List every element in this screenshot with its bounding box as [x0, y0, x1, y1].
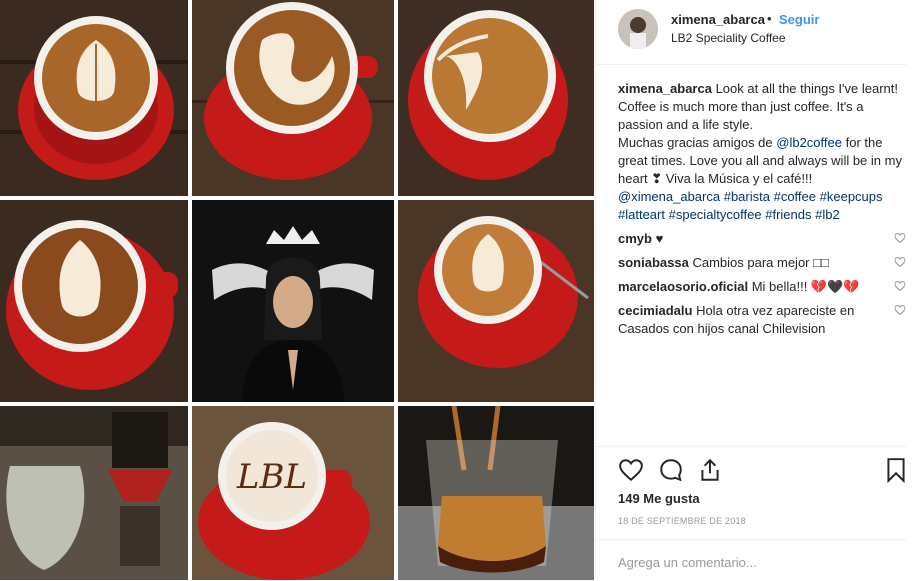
instagram-post-view: LBL ximena_abarca • Seguir LB2 Specialit…: [0, 0, 917, 580]
caption: ximena_abarca Look at all the things I'v…: [618, 80, 906, 224]
username-link[interactable]: ximena_abarca: [671, 12, 765, 27]
add-comment-bar: Agrega un comentario...: [596, 539, 906, 581]
heart-outline-icon[interactable]: [894, 256, 906, 268]
action-bar: [596, 446, 906, 483]
caption-text-2: Coffee is much more than just coffee. It…: [618, 99, 864, 132]
hashtag-link[interactable]: #latteart: [618, 207, 665, 222]
avatar[interactable]: [618, 9, 658, 49]
mention-link[interactable]: @lb2coffee: [776, 135, 842, 150]
bookmark-icon[interactable]: [883, 457, 909, 483]
espresso-shot-tile: [398, 406, 594, 580]
comment-text: ♥: [655, 231, 664, 246]
comment-item: soniabassa Cambios para mejor □□: [618, 254, 906, 272]
caption-text-1: Look at all the things I've learnt!: [715, 81, 899, 96]
hashtag-link[interactable]: #keepcups: [820, 189, 883, 204]
hashtag-link[interactable]: #barista: [724, 189, 770, 204]
comment-username[interactable]: cmyb: [618, 231, 652, 246]
hashtag-link[interactable]: #friends: [765, 207, 811, 222]
comment-username[interactable]: cecimiadalu: [618, 303, 692, 318]
share-icon[interactable]: [697, 457, 723, 483]
comment-username[interactable]: soniabassa: [618, 255, 689, 270]
comment-username[interactable]: marcelaosorio.oficial: [618, 279, 748, 294]
comments-list: ximena_abarca Look at all the things I'v…: [618, 80, 906, 338]
caption-username[interactable]: ximena_abarca: [618, 81, 712, 96]
comment-item: cmyb ♥: [618, 230, 906, 248]
likes-count[interactable]: 149 Me gusta: [618, 491, 700, 506]
comment-text: Cambios para mejor □□: [692, 255, 829, 270]
comment-text: Mi bella!!! 💔🖤💔: [751, 279, 860, 294]
heart-outline-icon[interactable]: [894, 232, 906, 244]
latte-art-tile-2: [192, 0, 394, 196]
brewing-equipment-tile: [0, 406, 188, 580]
heart-outline-icon[interactable]: [894, 304, 906, 316]
portrait-tile: [192, 200, 394, 402]
follow-button[interactable]: Seguir: [779, 12, 819, 27]
comment-item: cecimiadalu Hola otra vez apareciste en …: [618, 302, 906, 338]
post-details-panel: ximena_abarca • Seguir LB2 Speciality Co…: [595, 0, 917, 580]
like-heart-icon[interactable]: [618, 457, 644, 483]
latte-art-tile-6: [398, 200, 594, 402]
hashtag-link[interactable]: #coffee: [774, 189, 816, 204]
hashtag-link[interactable]: @ximena_abarca: [618, 189, 720, 204]
lb2-cappuccino-tile: LBL: [192, 406, 394, 580]
post-header: ximena_abarca • Seguir LB2 Speciality Co…: [596, 0, 906, 65]
hashtag-link[interactable]: #specialtycoffee: [669, 207, 762, 222]
post-image[interactable]: LBL: [0, 0, 594, 580]
caption-text-3a: Muchas gracias amigos de: [618, 135, 773, 150]
hashtag-link[interactable]: #lb2: [815, 207, 840, 222]
latte-art-tile-4: [0, 200, 188, 402]
latte-art-tile-3: [398, 0, 594, 196]
latte-art-tile-1: [0, 0, 188, 196]
comment-item: marcelaosorio.oficial Mi bella!!! 💔🖤💔: [618, 278, 906, 296]
heart-outline-icon[interactable]: [894, 280, 906, 292]
comment-bubble-icon[interactable]: [658, 457, 684, 483]
comment-input[interactable]: Agrega un comentario...: [618, 555, 757, 570]
separator-dot: •: [767, 11, 772, 26]
svg-text:LBL: LBL: [236, 457, 307, 497]
post-date[interactable]: 18 DE SEPTIEMBRE DE 2018: [618, 516, 746, 526]
location-link[interactable]: LB2 Speciality Coffee: [671, 31, 786, 45]
